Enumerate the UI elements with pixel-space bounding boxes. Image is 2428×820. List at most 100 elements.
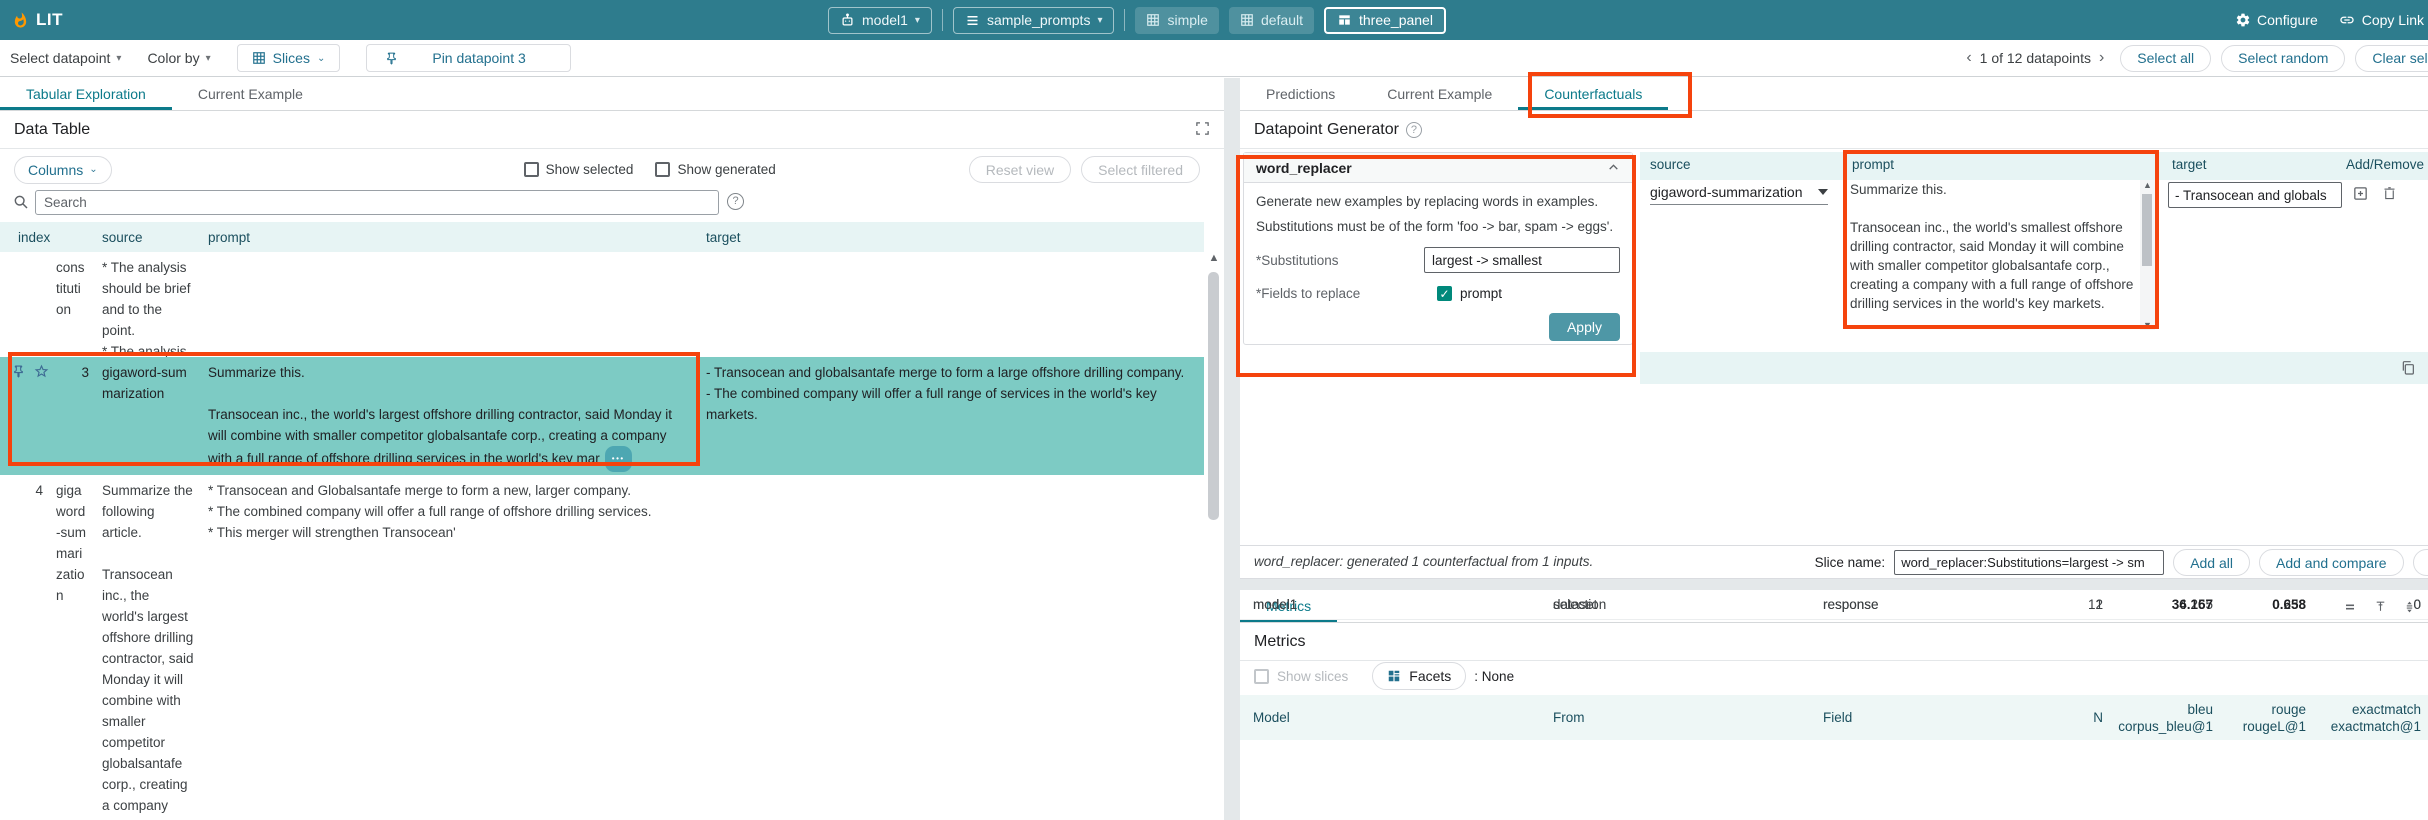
scrollbar-thumb[interactable] xyxy=(2142,194,2152,266)
tab-current-example-left[interactable]: Current Example xyxy=(172,78,329,110)
show-selected-checkbox[interactable]: Show selected xyxy=(524,162,634,177)
show-generated-checkbox[interactable]: Show generated xyxy=(655,162,775,177)
select-filtered-button[interactable]: Select filtered xyxy=(1081,156,1200,183)
generated-header-target: target xyxy=(2172,157,2207,172)
select-datapoint-menu[interactable]: Select datapoint▾ xyxy=(10,50,121,66)
clear-button[interactable]: Clear xyxy=(2413,549,2428,576)
help-icon[interactable]: ? xyxy=(1406,122,1422,138)
metrics-header-exactmatch[interactable]: exactmatchexactmatch@1 xyxy=(2306,701,2421,735)
checkbox-icon xyxy=(1254,669,1269,684)
datapoint-generator-title-row: Datapoint Generator ? xyxy=(1240,111,2428,149)
left-panel-tabs: Tabular Exploration Current Example xyxy=(0,78,1224,111)
collapse-icon[interactable] xyxy=(1607,161,1620,174)
select-random-button[interactable]: Select random xyxy=(2221,45,2345,72)
generated-target-input[interactable] xyxy=(2168,182,2342,208)
ellipsis-expand-icon[interactable]: ••• xyxy=(605,446,632,472)
search-help-icon[interactable]: ? xyxy=(727,193,744,210)
robot-icon xyxy=(840,13,855,28)
cell-target: - Transocean and globalsantafe merge to … xyxy=(706,362,1204,472)
metrics-header-model[interactable]: Model xyxy=(1253,710,1553,725)
scroll-up-icon[interactable]: ▲ xyxy=(2140,180,2155,190)
column-header-target[interactable]: target xyxy=(706,230,1204,245)
columns-button[interactable]: Columns ⌄ xyxy=(14,156,112,184)
slice-name-input[interactable] xyxy=(1894,550,2164,575)
data-table-title: Data Table xyxy=(14,121,90,139)
app-brand: LIT xyxy=(12,0,63,40)
chevron-down-icon: ⌄ xyxy=(89,164,97,175)
generated-header-prompt: prompt xyxy=(1852,157,1894,172)
add-all-button[interactable]: Add all xyxy=(2173,549,2250,576)
reset-view-button[interactable]: Reset view xyxy=(969,156,1071,183)
add-and-compare-button[interactable]: Add and compare xyxy=(2259,549,2404,576)
generated-header-addremove: Add/Remove xyxy=(2346,157,2424,172)
layout-default-button[interactable]: default xyxy=(1229,7,1314,34)
substitutions-label: *Substitutions xyxy=(1256,253,1339,268)
chevron-down-icon: ⌄ xyxy=(317,53,325,64)
show-slices-checkbox[interactable]: Show slices xyxy=(1254,669,1348,684)
prompt-field-checkbox[interactable]: ✓ prompt xyxy=(1437,286,1502,301)
column-header-index[interactable]: index xyxy=(0,230,102,245)
word-replacer-header[interactable]: word_replacer xyxy=(1244,153,1632,183)
scroll-up-icon[interactable]: ▲ xyxy=(1204,252,1224,264)
metrics-row[interactable]: model1 selection response 1 36.167 0.658… xyxy=(1240,590,2428,620)
configure-button[interactable]: Configure xyxy=(2235,12,2318,28)
fields-to-replace-label: *Fields to replace xyxy=(1256,286,1360,301)
model-selector[interactable]: model1 ▾ xyxy=(828,7,932,34)
grid-icon xyxy=(1146,13,1160,27)
table-action-buttons: Reset view Select filtered xyxy=(969,156,1200,183)
substitutions-input[interactable] xyxy=(1424,247,1620,273)
prompt-scrollbar[interactable]: ▲ ▼ xyxy=(2140,180,2155,330)
metrics-title-row: Metrics xyxy=(1240,623,2428,661)
tab-predictions[interactable]: Predictions xyxy=(1240,78,1361,110)
metrics-header-rouge[interactable]: rougerougeL@1 xyxy=(2213,701,2306,735)
table-row[interactable]: 4 gigaword-summarization Summarize the f… xyxy=(0,475,1204,820)
delete-icon[interactable] xyxy=(2382,185,2397,202)
facets-button[interactable]: Facets xyxy=(1372,662,1466,690)
next-datapoint-arrow[interactable]: › xyxy=(2099,49,2104,67)
slice-controls: Slice name: Add all Add and compare Clea… xyxy=(1815,546,2428,579)
table-row[interactable]: 3 gigaword-summarization Summarize this.… xyxy=(0,357,1204,475)
scroll-down-icon[interactable]: ▼ xyxy=(2140,320,2155,330)
dataset-selector[interactable]: sample_prompts ▾ xyxy=(953,7,1115,34)
cell-prompt: Summarize this. Transocean inc., the wor… xyxy=(208,362,706,472)
metrics-header-from[interactable]: From xyxy=(1553,710,1823,725)
panel-divider-vertical xyxy=(1224,78,1240,820)
copy-icon[interactable] xyxy=(2400,359,2416,377)
search-row: ? xyxy=(0,190,1224,222)
lit-app: LIT model1 ▾ sample_prompts ▾ simple def… xyxy=(0,0,2428,820)
table-row[interactable]: constitution * The analysis should be br… xyxy=(0,252,1204,357)
layout-simple-button[interactable]: simple xyxy=(1135,7,1218,34)
prev-datapoint-arrow[interactable]: ‹ xyxy=(1966,49,1971,67)
tab-tabular-exploration[interactable]: Tabular Exploration xyxy=(0,78,172,110)
expand-icon[interactable] xyxy=(1195,121,1210,136)
scrollbar-thumb[interactable] xyxy=(1208,272,1219,520)
header-chips: model1 ▾ sample_prompts ▾ simple default… xyxy=(828,0,1446,40)
chevron-down-icon: ▾ xyxy=(206,53,211,64)
copy-link-button[interactable]: Copy Link xyxy=(2338,12,2424,28)
column-header-prompt[interactable]: prompt xyxy=(208,230,706,245)
grid-icon xyxy=(1240,13,1254,27)
metrics-cell-field: response xyxy=(1823,597,2028,612)
source-select[interactable]: gigaword-summarization xyxy=(1650,184,1828,205)
search-input[interactable] xyxy=(35,190,719,215)
apply-button[interactable]: Apply xyxy=(1549,313,1620,341)
layout-three-panel-button[interactable]: three_panel xyxy=(1324,7,1446,34)
pin-datapoint-button[interactable]: Pin datapoint 3 xyxy=(366,44,570,72)
generated-prompt-textarea[interactable]: Summarize this. Transocean inc., the wor… xyxy=(1850,180,2156,330)
column-header-source[interactable]: source xyxy=(102,230,208,245)
pin-icon[interactable] xyxy=(12,364,25,472)
tab-current-example-right[interactable]: Current Example xyxy=(1361,78,1518,110)
slices-button[interactable]: Slices ⌄ xyxy=(237,44,341,72)
add-remove-controls xyxy=(2352,185,2397,202)
metrics-cell-model: model1 xyxy=(1253,597,1553,612)
tab-counterfactuals[interactable]: Counterfactuals xyxy=(1518,78,1668,110)
table-scrollbar[interactable]: ▲ xyxy=(1204,252,1224,820)
color-by-menu[interactable]: Color by▾ xyxy=(147,50,210,66)
metrics-header-n[interactable]: N xyxy=(2028,710,2103,725)
star-icon[interactable] xyxy=(34,364,49,472)
clear-selection-button[interactable]: Clear selection xyxy=(2355,45,2428,72)
metrics-header-bleu[interactable]: bleucorpus_bleu@1 xyxy=(2103,701,2213,735)
select-all-button[interactable]: Select all xyxy=(2120,45,2211,72)
metrics-header-field[interactable]: Field xyxy=(1823,710,2028,725)
add-box-icon[interactable] xyxy=(2352,185,2369,202)
